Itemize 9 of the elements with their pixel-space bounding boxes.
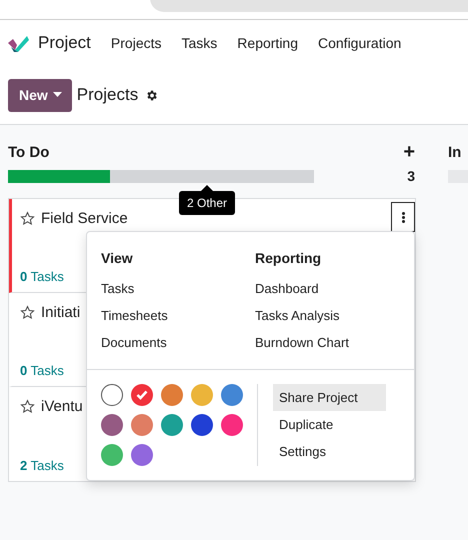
project-name: iVentu — [41, 398, 83, 414]
project-name: Field Service — [41, 210, 128, 226]
tooltip: 2 Other — [179, 185, 236, 215]
column-title: To Do — [8, 144, 50, 160]
section-title: Reporting — [255, 249, 322, 268]
project-name: Initiati — [41, 304, 80, 320]
column-title: In — [448, 144, 462, 160]
section-title: View — [101, 249, 134, 268]
record-count: 3 — [407, 168, 415, 184]
